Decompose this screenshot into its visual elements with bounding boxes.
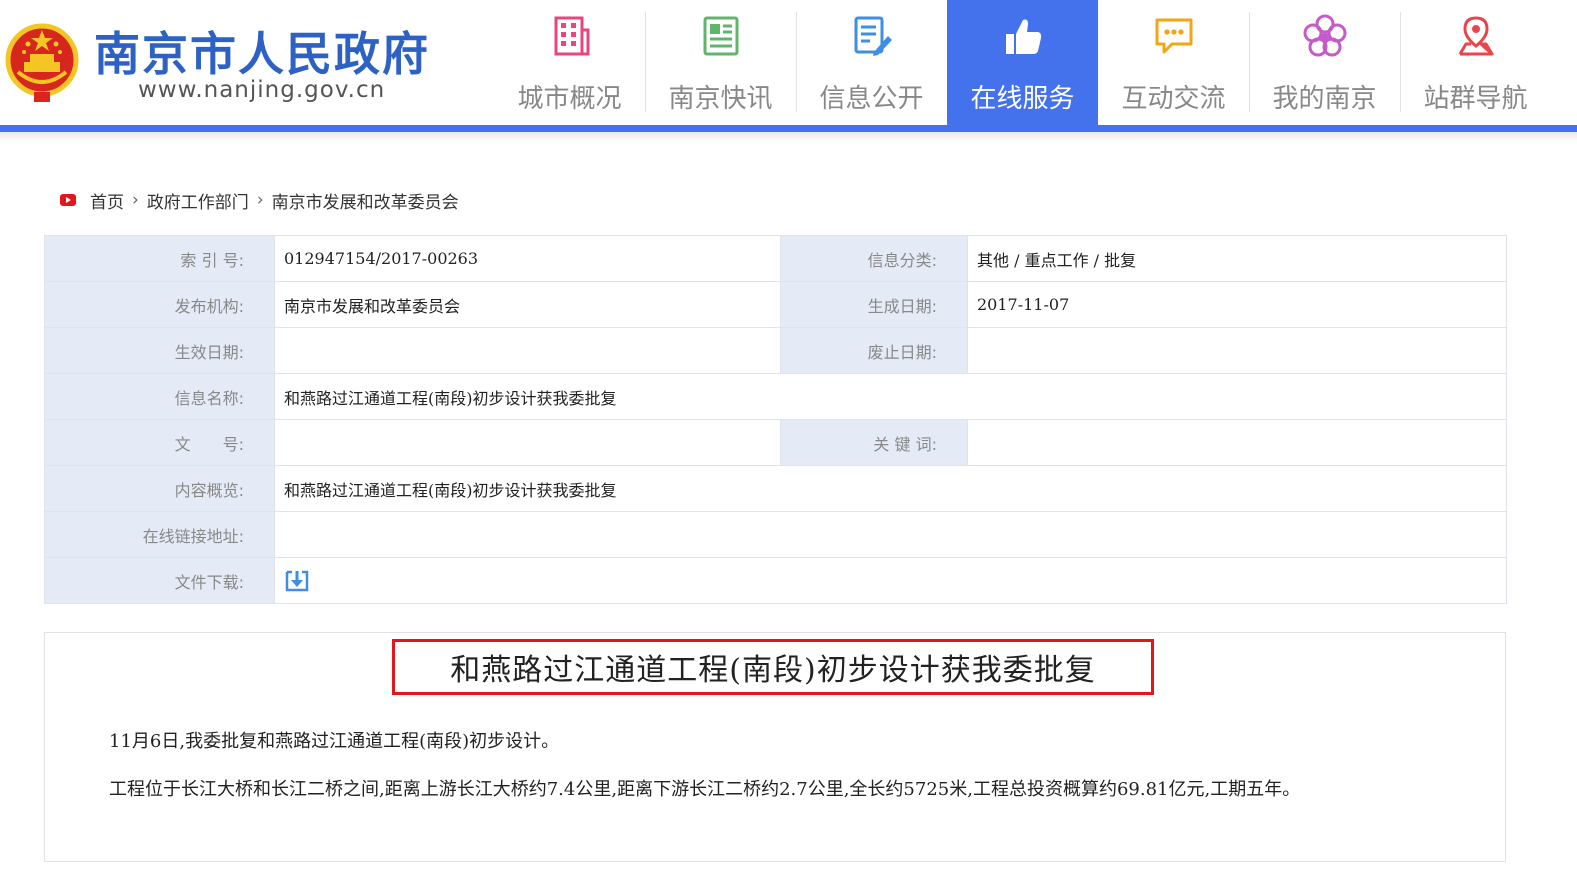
table-row: 信息名称: 和燕路过江通道工程(南段)初步设计获我委批复 (44, 373, 1507, 420)
table-row: 内容概览: 和燕路过江通道工程(南段)初步设计获我委批复 (44, 465, 1507, 512)
site-title[interactable]: 南京市人民政府 (94, 18, 430, 84)
effective-date-value (274, 327, 781, 374)
summary-label: 内容概览: (44, 465, 275, 512)
article-paragraph: 工程位于长江大桥和长江二桥之间,距离上游长江大桥约7.4公里,距离下游长江二桥约… (109, 779, 1301, 800)
nav-label: 我的南京 (1272, 84, 1377, 114)
article-paragraph: 11月6日,我委批复和燕路过江通道工程(南段)初步设计。 (109, 731, 560, 752)
document-number-label: 文 号: (44, 419, 275, 466)
created-date-label: 生成日期: (780, 281, 968, 328)
site-header: 南京市人民政府 www.nanjing.gov.cn 城市概况 南京快讯 信息公… (0, 0, 1577, 125)
national-emblem-icon[interactable] (4, 20, 80, 104)
nav-item-online-service[interactable]: 在线服务 (947, 0, 1098, 125)
document-edit-icon (854, 16, 892, 56)
nav-item-info-disclosure[interactable]: 信息公开 (796, 0, 947, 125)
info-name-value: 和燕路过江通道工程(南段)初步设计获我委批复 (274, 373, 1507, 420)
effective-date-label: 生效日期: (44, 327, 275, 374)
online-link-value (274, 511, 1507, 558)
category-label: 信息分类: (780, 235, 968, 282)
download-icon[interactable] (284, 569, 310, 593)
article-content: 和燕路过江通道工程(南段)初步设计获我委批复 11月6日,我委批复和燕路过江通道… (44, 632, 1506, 862)
breadcrumb: 首页 › 政府工作部门 › 南京市发展和改革委员会 (60, 188, 459, 213)
location-pin-icon (1458, 16, 1493, 56)
article-title: 和燕路过江通道工程(南段)初步设计获我委批复 (450, 653, 1096, 688)
nav-label: 城市概况 (517, 84, 622, 114)
nav-item-city-overview[interactable]: 城市概况 (494, 0, 645, 125)
online-link-label: 在线链接地址: (44, 511, 275, 558)
chevron-right-icon: › (132, 190, 139, 210)
breadcrumb-home[interactable]: 首页 (90, 188, 124, 213)
keywords-value (967, 419, 1507, 466)
newspaper-icon (703, 16, 738, 56)
header-shadow (0, 132, 1577, 142)
site-url[interactable]: www.nanjing.gov.cn (138, 77, 385, 103)
table-row: 在线链接地址: (44, 511, 1507, 558)
main-nav: 城市概况 南京快讯 信息公开 在线服务 互动交流 我的南京 站群导航 (494, 0, 1551, 125)
nav-label: 站群导航 (1423, 84, 1528, 114)
chevron-right-icon: › (256, 190, 264, 210)
building-icon (554, 16, 589, 56)
nav-label: 信息公开 (819, 84, 924, 114)
abolished-date-value (967, 327, 1507, 374)
abolished-date-label: 废止日期: (780, 327, 968, 374)
chat-bubble-icon (1155, 18, 1192, 54)
nav-item-site-navigation[interactable]: 站群导航 (1400, 0, 1551, 125)
keywords-label: 关 键 词: (780, 419, 968, 466)
thumbs-up-icon (1005, 19, 1041, 54)
file-download-cell (274, 557, 1507, 604)
index-label: 索 引 号: (44, 235, 275, 282)
nav-label: 在线服务 (970, 84, 1075, 114)
publisher-label: 发布机构: (44, 281, 275, 328)
category-value: 其他 / 重点工作 / 批复 (967, 235, 1507, 282)
table-row: 发布机构: 南京市发展和改革委员会 生成日期: 2017-11-07 (44, 281, 1507, 328)
document-number-value (274, 419, 781, 466)
nav-item-interaction[interactable]: 互动交流 (1098, 0, 1249, 125)
table-row: 文 号: 关 键 词: (44, 419, 1507, 466)
breadcrumb-gov-departments[interactable]: 政府工作部门 (147, 188, 249, 213)
table-row: 生效日期: 废止日期: (44, 327, 1507, 374)
breadcrumb-ndrc[interactable]: 南京市发展和改革委员会 (272, 188, 459, 213)
table-row: 索 引 号: 012947154/2017-00263 信息分类: 其他 / 重… (44, 235, 1507, 282)
created-date-value: 2017-11-07 (967, 281, 1507, 328)
index-value: 012947154/2017-00263 (274, 235, 781, 282)
article-title-highlight: 和燕路过江通道工程(南段)初步设计获我委批复 (392, 639, 1154, 695)
info-metadata-table: 索 引 号: 012947154/2017-00263 信息分类: 其他 / 重… (44, 235, 1507, 604)
info-name-label: 信息名称: (44, 373, 275, 420)
header-accent-bar (0, 125, 1577, 132)
nav-label: 互动交流 (1121, 84, 1226, 114)
table-row: 文件下载: (44, 557, 1507, 604)
summary-value: 和燕路过江通道工程(南段)初步设计获我委批复 (274, 465, 1507, 512)
publisher-value: 南京市发展和改革委员会 (274, 281, 781, 328)
home-play-icon (60, 194, 76, 206)
nav-item-news[interactable]: 南京快讯 (645, 0, 796, 125)
file-download-label: 文件下载: (44, 557, 275, 604)
plum-blossom-icon (1303, 14, 1346, 57)
nav-label: 南京快讯 (668, 84, 773, 114)
nav-item-my-nanjing[interactable]: 我的南京 (1249, 0, 1400, 125)
